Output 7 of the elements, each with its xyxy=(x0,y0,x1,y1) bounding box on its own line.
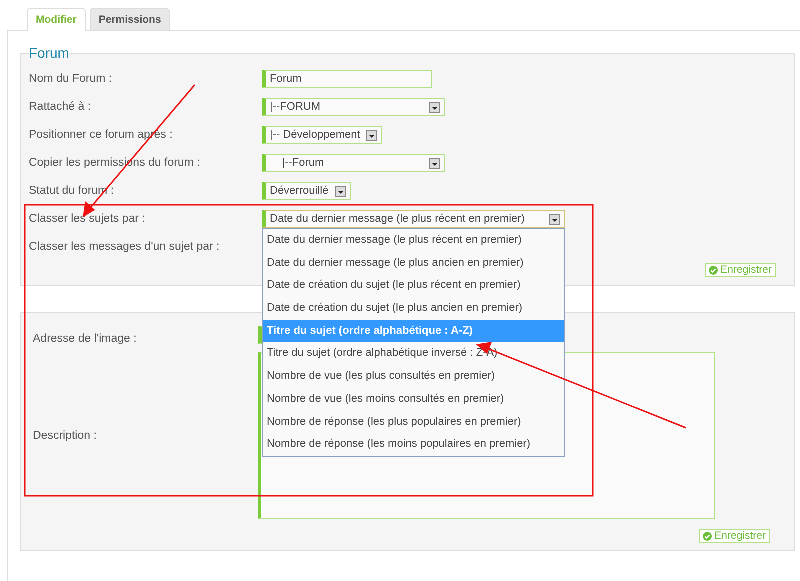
field-label: Rattaché à : xyxy=(29,101,92,113)
field-label: Classer les messages d'un sujet par : xyxy=(29,241,221,253)
field-label: Description : xyxy=(33,430,98,442)
field-label: Adresse de l'image : xyxy=(33,333,138,345)
section-title: Forum xyxy=(29,45,70,61)
field-label: Nom du Forum : xyxy=(29,73,114,85)
field-label: Classer les sujets par : xyxy=(29,213,146,225)
